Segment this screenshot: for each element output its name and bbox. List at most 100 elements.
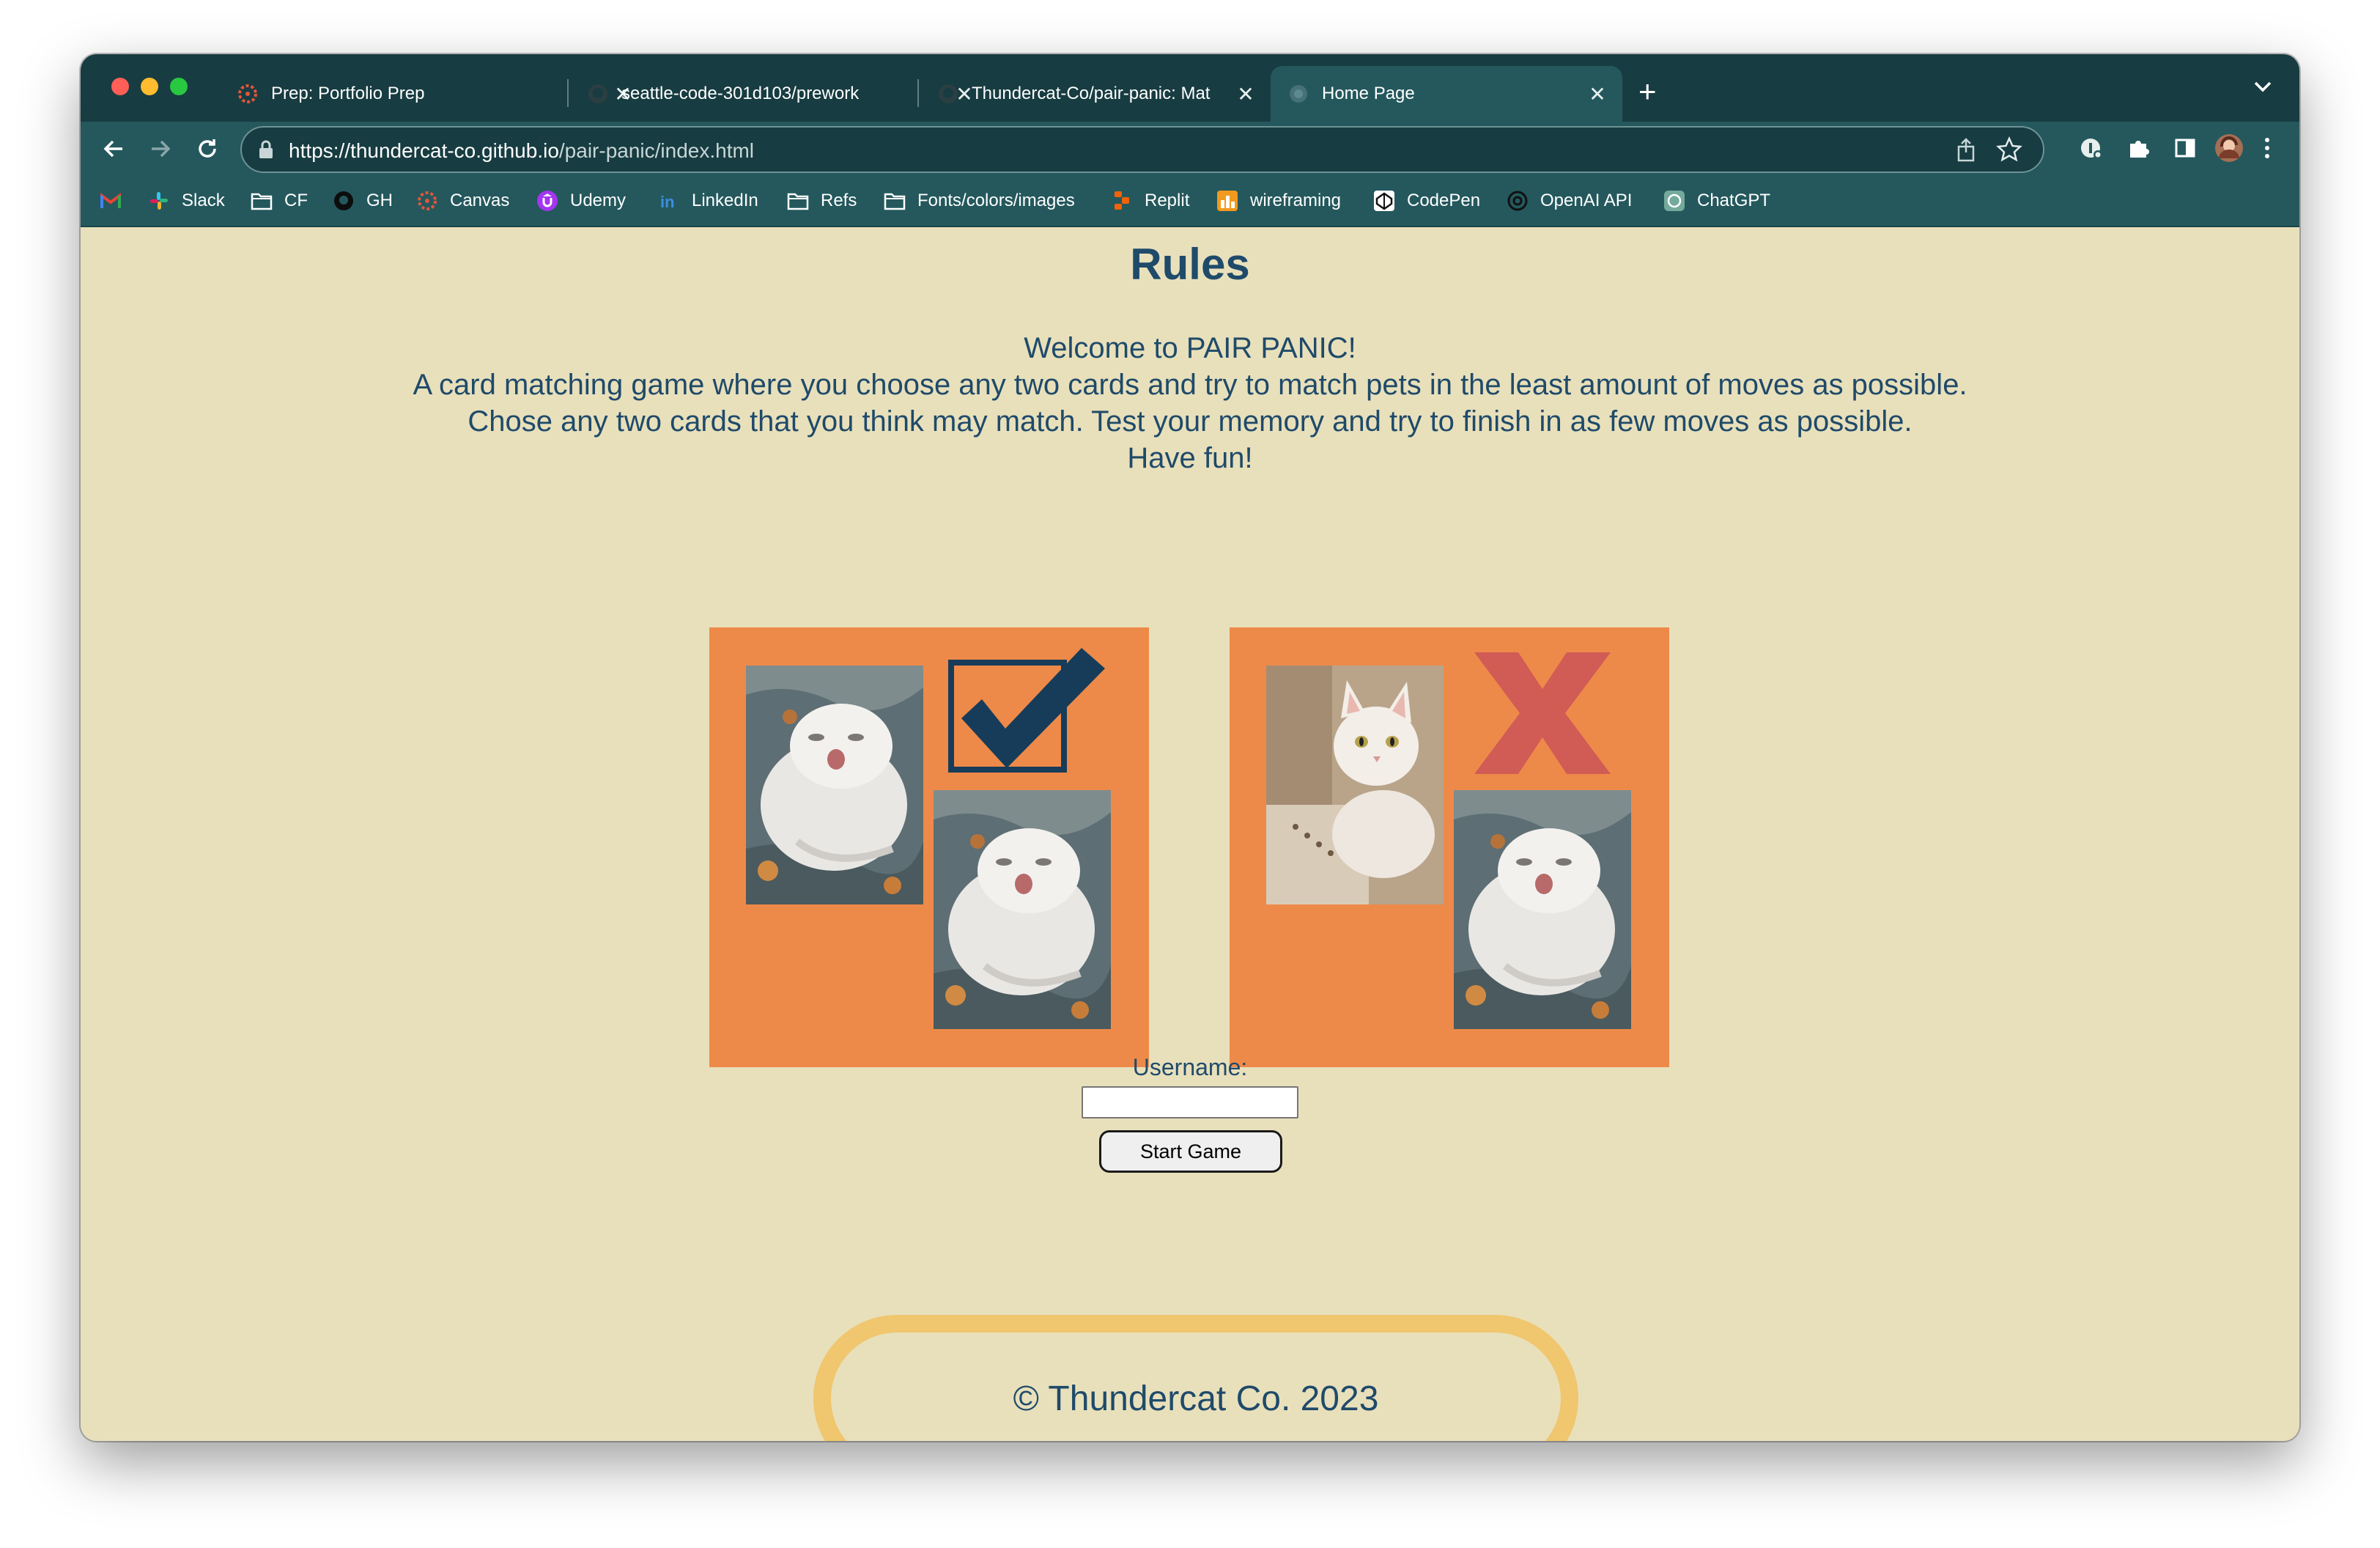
checkmark-icon [945, 642, 1106, 778]
reload-icon[interactable] [189, 130, 226, 167]
codepen-icon [1373, 190, 1395, 212]
white-cat-photo [1266, 666, 1444, 904]
bookmark-linkedin[interactable]: in LinkedIn [658, 188, 758, 214]
globe-icon [1287, 82, 1310, 106]
match-example-image [709, 627, 1149, 1067]
side-panel-icon[interactable] [2170, 133, 2200, 163]
bookmark-openai-api[interactable]: OpenAI API [1507, 188, 1632, 214]
wireframing-icon [1216, 190, 1238, 212]
url-text: https://thundercat-co.github.io/pair-pan… [289, 139, 754, 163]
lock-icon[interactable] [258, 139, 274, 163]
puzzle-icon[interactable] [2124, 133, 2153, 163]
bookmark-label: Replit [1145, 191, 1190, 210]
slack-icon [148, 190, 170, 212]
share-icon[interactable] [1955, 138, 1977, 166]
rules-line: Chose any two cards that you think may m… [468, 405, 1912, 438]
tab-title: seattle-code-301d103/prework [621, 84, 860, 103]
persian-cat-photo [934, 790, 1111, 1029]
bookmark-wireframing[interactable]: wireframing [1216, 188, 1341, 214]
replit-icon [1111, 190, 1133, 212]
bookmark-canvas[interactable]: Canvas [416, 188, 509, 214]
new-tab-icon[interactable]: + [1638, 73, 1657, 110]
tab-title: Home Page [1322, 84, 1415, 103]
bookmark-chatgpt[interactable]: ChatGPT [1663, 188, 1770, 214]
tab-separator [917, 79, 919, 107]
bookmark-label: Canvas [450, 191, 510, 210]
footer: © Thundercat Co. 2023 [813, 1315, 1578, 1441]
tab-title: Thundercat-Co/pair-panic: Mat [972, 84, 1211, 103]
canvas-icon [236, 82, 259, 106]
bookmark-slack[interactable]: Slack [148, 188, 225, 214]
close-window-button[interactable] [111, 78, 129, 95]
bookmark-fonts-colors-images[interactable]: Fonts/colors/images [884, 188, 1075, 214]
browser-toolbar: https://thundercat-co.github.io/pair-pan… [81, 122, 2299, 176]
footer-copyright: © Thundercat Co. 2023 [1013, 1379, 1379, 1418]
bookmark-label: OpenAI API [1540, 191, 1633, 210]
rules-line: A card matching game where you choose an… [413, 369, 1967, 401]
bookmark-label: Slack [182, 191, 225, 210]
bookmark-label: Fonts/colors/images [917, 191, 1075, 210]
tab-home-page[interactable]: Home Page ✕ [1271, 66, 1622, 122]
web-page: Rules Welcome to PAIR PANIC! A card matc… [81, 227, 2299, 1441]
bookmark-gh[interactable]: GH [333, 188, 393, 214]
tab-title: Prep: Portfolio Prep [271, 84, 425, 103]
udemy-icon [536, 190, 558, 212]
tab-separator [567, 79, 569, 107]
gmail-icon [100, 190, 122, 212]
close-tab-icon[interactable]: ✕ [1583, 82, 1612, 106]
back-arrow-icon[interactable] [95, 130, 132, 167]
no-match-example-image [1230, 627, 1669, 1067]
rules-text: Welcome to PAIR PANIC! A card matching g… [81, 330, 2299, 476]
persian-cat-photo [1454, 790, 1631, 1029]
extension-icon[interactable] [2077, 133, 2106, 163]
menu-kebab-icon[interactable] [2252, 133, 2282, 163]
linkedin-icon: in [658, 190, 680, 212]
svg-text:in: in [660, 193, 675, 211]
url-host: https://thundercat-co.github.io [289, 139, 559, 162]
maximize-window-button[interactable] [170, 78, 188, 95]
bookmark-label: LinkedIn [692, 191, 758, 210]
rules-line: Welcome to PAIR PANIC! [1024, 332, 1356, 364]
bookmark-replit[interactable]: Replit [1111, 188, 1189, 214]
github-icon [936, 82, 960, 106]
canvas-icon [416, 190, 438, 212]
folder-icon [884, 190, 906, 212]
bookmark-cf[interactable]: CF [251, 188, 308, 214]
tab-pair-panic-repo[interactable]: Thundercat-Co/pair-panic: Mat ✕ [920, 66, 1271, 122]
bookmark-label: CF [284, 191, 308, 210]
username-input[interactable] [1082, 1086, 1298, 1118]
bookmark-udemy[interactable]: Udemy [536, 188, 626, 214]
bookmark-label: Udemy [570, 191, 627, 210]
bookmark-refs[interactable]: Refs [787, 188, 857, 214]
openai-icon [1507, 190, 1529, 212]
forward-arrow-icon[interactable] [142, 130, 179, 167]
profile-avatar[interactable] [2214, 133, 2244, 163]
tab-strip: Prep: Portfolio Prep ✕ seattle-code-301d… [81, 54, 2299, 122]
close-tab-icon[interactable]: ✕ [1231, 82, 1260, 106]
bookmark-gmail[interactable] [100, 188, 133, 214]
chevron-down-icon[interactable] [2252, 76, 2273, 99]
bookmarks-bar: Slack CF GH Canvas Udemy in LinkedIn Ref… [81, 176, 2299, 227]
folder-icon [251, 190, 273, 212]
bookmark-star-icon[interactable] [1996, 136, 2022, 166]
github-icon [333, 190, 355, 212]
bookmark-label: GH [366, 191, 393, 210]
browser-window: Prep: Portfolio Prep ✕ seattle-code-301d… [81, 54, 2299, 1441]
start-game-button[interactable]: Start Game [1099, 1130, 1282, 1173]
bookmark-label: Refs [821, 191, 857, 210]
address-bar[interactable]: https://thundercat-co.github.io/pair-pan… [240, 126, 2044, 173]
chatgpt-icon [1663, 190, 1685, 212]
bookmark-label: ChatGPT [1697, 191, 1771, 210]
persian-cat-photo [746, 666, 923, 904]
username-label: Username: [1132, 1054, 1248, 1080]
minimize-window-button[interactable] [141, 78, 158, 95]
url-path: /pair-panic/index.html [558, 139, 755, 162]
rules-line: Have fun! [1127, 442, 1253, 474]
bookmark-label: CodePen [1407, 191, 1481, 210]
bookmark-label: wireframing [1250, 191, 1342, 210]
x-mark-icon [1474, 652, 1611, 778]
github-icon [586, 82, 610, 106]
rules-heading: Rules [1130, 240, 1250, 289]
bookmark-codepen[interactable]: CodePen [1373, 188, 1480, 214]
folder-icon [787, 190, 809, 212]
